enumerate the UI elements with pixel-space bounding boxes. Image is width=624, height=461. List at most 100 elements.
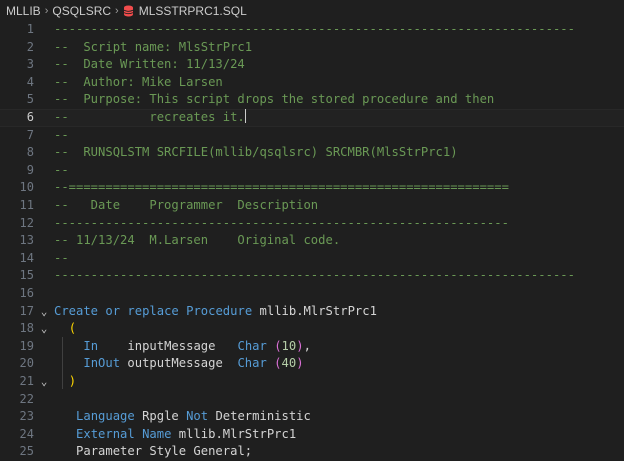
- code-text: --: [54, 162, 69, 177]
- code-text: Language Rpgle Not Deterministic: [54, 408, 311, 426]
- line-number: 2: [26, 39, 34, 54]
- code-line-current[interactable]: 6 -- recreates it.: [0, 109, 624, 127]
- line-number: 6: [26, 110, 34, 124]
- code-line[interactable]: 18 ⌄ (: [0, 320, 624, 338]
- code-line[interactable]: 15 -------------------------------------…: [0, 267, 624, 285]
- keyword: Char: [237, 338, 267, 353]
- bracket: ): [296, 338, 304, 353]
- line-number: 13: [19, 233, 34, 248]
- identifier: inputMessage: [127, 338, 216, 353]
- chevron-down-icon[interactable]: ⌄: [38, 303, 50, 321]
- code-line[interactable]: 21 ⌄ ): [0, 373, 624, 391]
- code-text: ----------------------------------------…: [54, 268, 575, 283]
- code-line[interactable]: 16: [0, 285, 624, 303]
- line-number: 7: [26, 127, 34, 142]
- code-text: -- recreates it.: [54, 110, 245, 124]
- line-number: 3: [26, 57, 34, 72]
- code-text: In inputMessage Char (10),: [54, 338, 311, 356]
- line-number: 21: [19, 374, 34, 388]
- database-icon: [123, 5, 133, 17]
- code-line[interactable]: 7 --: [0, 127, 624, 145]
- code-line[interactable]: 13 -- 11/13/24 M.Larsen Original code.: [0, 232, 624, 250]
- chevron-right-icon: ›: [44, 5, 49, 17]
- breadcrumb: MLLIB › QSQLSRC › MLSSTRPRC1.SQL: [0, 0, 624, 22]
- code-text: External Name mllib.MlrStrPrc1: [54, 426, 296, 444]
- code-line[interactable]: 2 -- Script name: MlsStrPrc1: [0, 39, 624, 57]
- bracket: (: [68, 321, 77, 336]
- code-line[interactable]: 19 In inputMessage Char (10),: [0, 338, 624, 356]
- line-number: 24: [19, 426, 34, 441]
- code-line[interactable]: 14 --: [0, 250, 624, 268]
- code-line[interactable]: 4 -- Author: Mike Larsen: [0, 74, 624, 92]
- text-cursor: [244, 109, 246, 123]
- identifier: mllib.MlrStrPrc1: [178, 426, 297, 441]
- code-line[interactable]: 10 --===================================…: [0, 179, 624, 197]
- code-line[interactable]: 5 -- Purpose: This script drops the stor…: [0, 91, 624, 109]
- line-number: 10: [19, 180, 34, 195]
- code-line[interactable]: 1 --------------------------------------…: [0, 21, 624, 39]
- code-text: (: [54, 320, 76, 338]
- breadcrumb-item-file[interactable]: MLSSTRPRC1.SQL: [139, 4, 247, 18]
- code-text: -- Author: Mike Larsen: [54, 74, 223, 89]
- identifier: Rpgle: [142, 409, 179, 424]
- code-text: Parameter Style General;: [54, 443, 252, 461]
- chevron-down-icon[interactable]: ⌄: [38, 320, 50, 338]
- code-text: --: [54, 127, 69, 142]
- line-number: 23: [19, 409, 34, 424]
- code-line[interactable]: 22: [0, 391, 624, 409]
- identifier: Parameter Style General;: [76, 444, 253, 459]
- keyword: or: [105, 303, 121, 318]
- code-line[interactable]: 17 ⌄ Create or replace Procedure mllib.M…: [0, 303, 624, 321]
- line-number: 14: [19, 250, 34, 265]
- keyword: Create: [54, 303, 99, 318]
- line-number: 17: [19, 303, 34, 318]
- code-text: -- Date Programmer Description: [54, 198, 319, 212]
- line-number: 9: [26, 162, 34, 177]
- code-line[interactable]: 23 Language Rpgle Not Deterministic: [0, 408, 624, 426]
- code-text: Create or replace Procedure mllib.MlrStr…: [54, 303, 377, 321]
- code-text: --: [54, 250, 69, 265]
- keyword: Language: [76, 409, 135, 424]
- code-line[interactable]: 8 -- RUNSQLSTM SRCFILE(mllib/qsqlsrc) SR…: [0, 144, 624, 162]
- keyword: Char: [237, 356, 267, 371]
- line-number: 15: [19, 268, 34, 283]
- line-number: 18: [19, 321, 34, 336]
- code-text: -- 11/13/24 M.Larsen Original code.: [54, 233, 341, 248]
- code-line[interactable]: 25 Parameter Style General;: [0, 443, 624, 461]
- code-text: -- Script name: MlsStrPrc1: [54, 39, 253, 54]
- code-line[interactable]: 3 -- Date Written: 11/13/24: [0, 56, 624, 74]
- chevron-right-icon: ›: [115, 5, 119, 17]
- keyword: External: [76, 426, 135, 441]
- code-editor[interactable]: 1 --------------------------------------…: [0, 21, 624, 458]
- breadcrumb-item-mllib[interactable]: MLLIB: [6, 4, 41, 18]
- identifier: outputMessage: [127, 356, 223, 371]
- code-text: ----------------------------------------…: [54, 215, 509, 230]
- bracket: (: [274, 338, 282, 353]
- number: 40: [281, 356, 297, 371]
- code-line[interactable]: 11 -- Date Programmer Description: [0, 197, 624, 215]
- bracket: (: [274, 356, 282, 371]
- line-number: 25: [19, 444, 34, 459]
- identifier: mllib.MlrStrPrc1: [259, 303, 377, 318]
- code-text: -- Date Written: 11/13/24: [54, 57, 245, 72]
- code-text: ----------------------------------------…: [54, 22, 575, 36]
- keyword: In: [83, 338, 99, 353]
- number: 10: [281, 338, 297, 353]
- line-number: 16: [19, 286, 34, 300]
- bracket: ): [68, 374, 77, 388]
- chevron-down-icon[interactable]: ⌄: [38, 373, 50, 391]
- code-line[interactable]: 24 External Name mllib.MlrStrPrc1: [0, 426, 624, 444]
- identifier: Deterministic: [215, 409, 311, 424]
- line-number: 1: [26, 22, 34, 36]
- code-line[interactable]: 20 InOut outputMessage Char (40): [0, 355, 624, 373]
- line-number: 4: [26, 74, 34, 89]
- code-line[interactable]: 12 -------------------------------------…: [0, 215, 624, 233]
- bracket: ): [296, 356, 304, 371]
- keyword: Procedure: [186, 303, 253, 318]
- line-number: 8: [26, 145, 34, 160]
- line-number: 22: [19, 391, 34, 406]
- breadcrumb-item-qsqlsrc[interactable]: QSQLSRC: [52, 4, 111, 18]
- code-text-wrapper: -- recreates it.: [54, 109, 246, 127]
- code-line[interactable]: 9 --: [0, 162, 624, 180]
- keyword: Name: [142, 426, 172, 441]
